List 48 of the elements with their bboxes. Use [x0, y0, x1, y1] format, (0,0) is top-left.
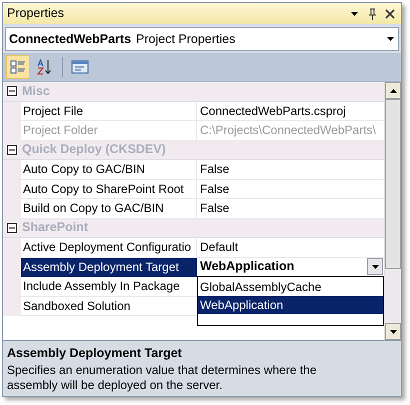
- expander-button[interactable]: [7, 144, 17, 155]
- property-value: Default: [199, 239, 238, 256]
- caret-icon: [372, 264, 378, 269]
- minus-icon: [9, 224, 15, 231]
- property-pages-icon: [71, 59, 89, 75]
- scrollbar[interactable]: [384, 82, 401, 340]
- property-name[interactable]: Active Deployment Configuratio: [21, 238, 197, 258]
- categorized-button[interactable]: [6, 55, 30, 79]
- scroll-thumb[interactable]: [385, 99, 401, 269]
- property-name[interactable]: Build on Copy to GAC/BIN: [21, 199, 197, 218]
- object-type: Project Properties: [136, 30, 236, 48]
- description-text: Specifies an enumeration value that determines where the assembly will be deployed on the server.: [7, 362, 318, 393]
- caret-icon: [386, 37, 394, 41]
- expander-button[interactable]: [7, 222, 17, 233]
- down-arrow-icon: [390, 330, 396, 334]
- property-name[interactable]: Sandboxed Solution: [21, 296, 197, 316]
- category-title: Quick Deploy (CKSDEV): [21, 141, 166, 158]
- property-value: False: [199, 200, 230, 218]
- minus-icon: [9, 88, 15, 94]
- object-selector[interactable]: ConnectedWebParts Project Properties: [5, 27, 399, 51]
- property-name[interactable]: Auto Copy to SharePoint Root: [21, 180, 197, 199]
- object-name: ConnectedWebParts: [9, 30, 132, 48]
- up-arrow-icon: [390, 88, 396, 92]
- dropdown-button[interactable]: [367, 258, 383, 276]
- window-title: Properties: [7, 5, 65, 22]
- category-title: Misc: [21, 82, 50, 100]
- property-value: False: [199, 161, 230, 178]
- property-value: ConnectedWebParts.csproj: [199, 102, 346, 120]
- property-value: C:\Projects\ConnectedWebParts\: [199, 122, 376, 140]
- property-value: False: [199, 180, 230, 198]
- property-name[interactable]: Auto Copy to GAC/BIN: [21, 160, 197, 180]
- scroll-up-button[interactable]: [385, 82, 401, 99]
- scroll-down-button[interactable]: [385, 323, 401, 340]
- minus-icon: [9, 146, 15, 153]
- categorized-icon: [10, 59, 26, 75]
- description-title: Assembly Deployment Target: [7, 345, 183, 362]
- expander-button[interactable]: [7, 86, 17, 96]
- close-button[interactable]: [383, 6, 397, 20]
- category-title: SharePoint: [21, 219, 88, 236]
- value-dropdown[interactable]: WebApplication: [197, 258, 384, 276]
- sort-az-icon: [37, 59, 53, 75]
- dropdown-option[interactable]: WebApplication: [198, 296, 383, 314]
- caret-icon: [350, 12, 358, 16]
- property-name[interactable]: Project File: [21, 102, 197, 121]
- pin-icon: [368, 8, 376, 20]
- close-icon: [385, 8, 395, 18]
- property-name[interactable]: Include Assembly In Package: [21, 277, 197, 296]
- property-name[interactable]: Assembly Deployment Target: [21, 258, 197, 277]
